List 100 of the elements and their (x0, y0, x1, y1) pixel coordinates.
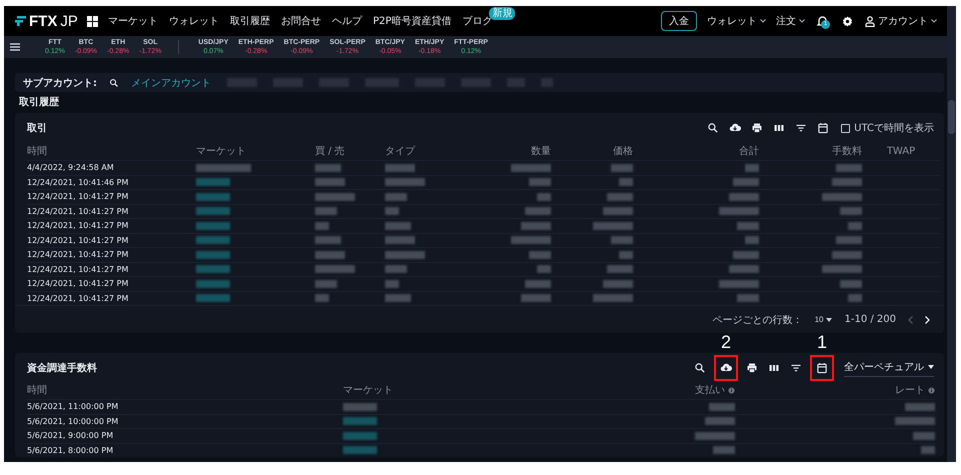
column-header[interactable]: 価格 (613, 143, 633, 160)
market-filter-dropdown[interactable]: 全パーペチュアル (844, 358, 934, 377)
search-icon (694, 362, 706, 374)
nav-link[interactable]: ヘルプ (332, 14, 362, 28)
blurred-block (196, 178, 230, 186)
blurred-block (836, 236, 862, 244)
table-cell: 12/24/2021, 10:41:27 PM (27, 206, 128, 216)
page-range: 1-10 / 200 (844, 314, 896, 325)
blurred-block (705, 417, 735, 426)
column-header[interactable]: レート (895, 382, 925, 399)
table-cell: 4/4/2022, 9:24:58 AM (27, 163, 114, 172)
blurred-block (315, 178, 345, 186)
column-header[interactable]: 支払い (695, 382, 725, 399)
blurred-block (385, 222, 411, 230)
filter-icon (795, 122, 808, 134)
blurred-block (529, 250, 551, 259)
account-menu[interactable]: アカウント (865, 14, 937, 28)
blurred-block (196, 280, 230, 288)
table-cell: 12/24/2021, 10:41:27 PM (27, 236, 128, 245)
rows-per-page-select[interactable]: 10 (814, 315, 832, 324)
logo-mark-icon (15, 16, 26, 26)
logo-text: FTX (29, 12, 58, 30)
blurred-block (832, 250, 862, 259)
blurred-block (611, 236, 633, 244)
blurred-block (822, 192, 862, 201)
blurred-block (713, 446, 735, 454)
column-header[interactable]: 手数料 (832, 143, 862, 160)
nav-link[interactable]: ウォレット (169, 14, 219, 28)
subaccount-tab[interactable]: メインアカウント (131, 76, 211, 90)
blurred-block (521, 294, 551, 302)
subaccount-label: サブアカウント: (23, 76, 97, 90)
blurred-block (315, 192, 355, 201)
blurred-block (385, 192, 407, 201)
blurred-block (343, 417, 377, 426)
blurred-block (196, 265, 230, 274)
blurred-block (196, 294, 230, 302)
column-header[interactable]: 数量 (531, 143, 551, 160)
menu-icon (10, 43, 20, 51)
nav-link[interactable]: お問合せ (281, 14, 321, 28)
scrollbar[interactable] (947, 6, 956, 462)
blurred-block (196, 222, 230, 230)
blurred-block (913, 432, 935, 440)
blurred-block (315, 294, 329, 302)
nav-dropdown[interactable]: ウォレット (707, 14, 766, 28)
blurred-block (832, 178, 862, 186)
blurred-block (619, 178, 633, 186)
blurred-block (511, 236, 551, 244)
blurred-block (745, 164, 759, 172)
column-header[interactable]: タイプ (385, 143, 415, 160)
chevron-down-icon (760, 19, 766, 23)
column-header[interactable]: 買 / 売 (315, 143, 345, 160)
calendar-icon (817, 122, 830, 134)
column-header[interactable]: 合計 (739, 143, 759, 160)
column-header[interactable]: 時間 (27, 143, 47, 160)
menu-button[interactable] (8, 41, 22, 53)
deposit-button[interactable]: 入金 (661, 11, 697, 31)
table-cell: 12/24/2021, 10:41:27 PM (27, 264, 128, 274)
apps-button[interactable] (85, 14, 100, 28)
nav-link[interactable]: 取引履歴 (230, 14, 270, 28)
blurred-block (315, 265, 355, 274)
blurred-block (196, 164, 251, 172)
column-header[interactable]: マーケット (196, 143, 246, 160)
checkbox[interactable] (841, 124, 850, 132)
column-header[interactable]: 時間 (27, 382, 47, 399)
blurred-block (619, 250, 633, 259)
blurred-block (905, 402, 935, 411)
blurred-block (593, 222, 633, 230)
rows-per-page-label: ページごとの行数： (712, 314, 803, 326)
blurred-block (729, 265, 759, 274)
table-cell: 12/24/2021, 10:41:27 PM (27, 250, 128, 260)
next-page-button[interactable] (925, 316, 930, 324)
blurred-block (385, 294, 411, 302)
columns-icon (773, 122, 786, 134)
scrollbar-thumb[interactable] (948, 100, 955, 134)
blurred-block (848, 294, 862, 302)
blurred-block (525, 280, 551, 288)
page-title: 取引履歴 (19, 96, 60, 110)
table-cell: 12/24/2021, 10:41:27 PM (27, 294, 128, 303)
caret-down-icon (928, 365, 934, 369)
nav-link[interactable]: P2P暗号資産貸借 (373, 14, 452, 28)
nav-dropdown[interactable]: 注文 (776, 14, 805, 28)
printer-icon (751, 122, 764, 134)
blurred-block (385, 250, 425, 259)
blurred-block (343, 402, 377, 411)
blurred-block (745, 236, 759, 244)
blurred-block (737, 294, 759, 302)
person-icon (865, 16, 875, 26)
nav-link[interactable]: マーケット (108, 14, 158, 28)
blurred-block (593, 294, 633, 302)
blurred-block (196, 207, 230, 216)
blurred-block (315, 236, 341, 244)
blurred-block (537, 265, 551, 274)
column-header[interactable]: TWAP (886, 143, 916, 160)
blurred-block (525, 207, 551, 216)
settings-button[interactable] (840, 14, 855, 28)
cloud-download-icon (720, 362, 732, 374)
column-header[interactable]: マーケット (343, 382, 393, 399)
table-cell: 5/6/2021, 9:00:00 PM (27, 431, 114, 440)
blurred-block (921, 446, 935, 454)
settings-icon (842, 16, 853, 26)
